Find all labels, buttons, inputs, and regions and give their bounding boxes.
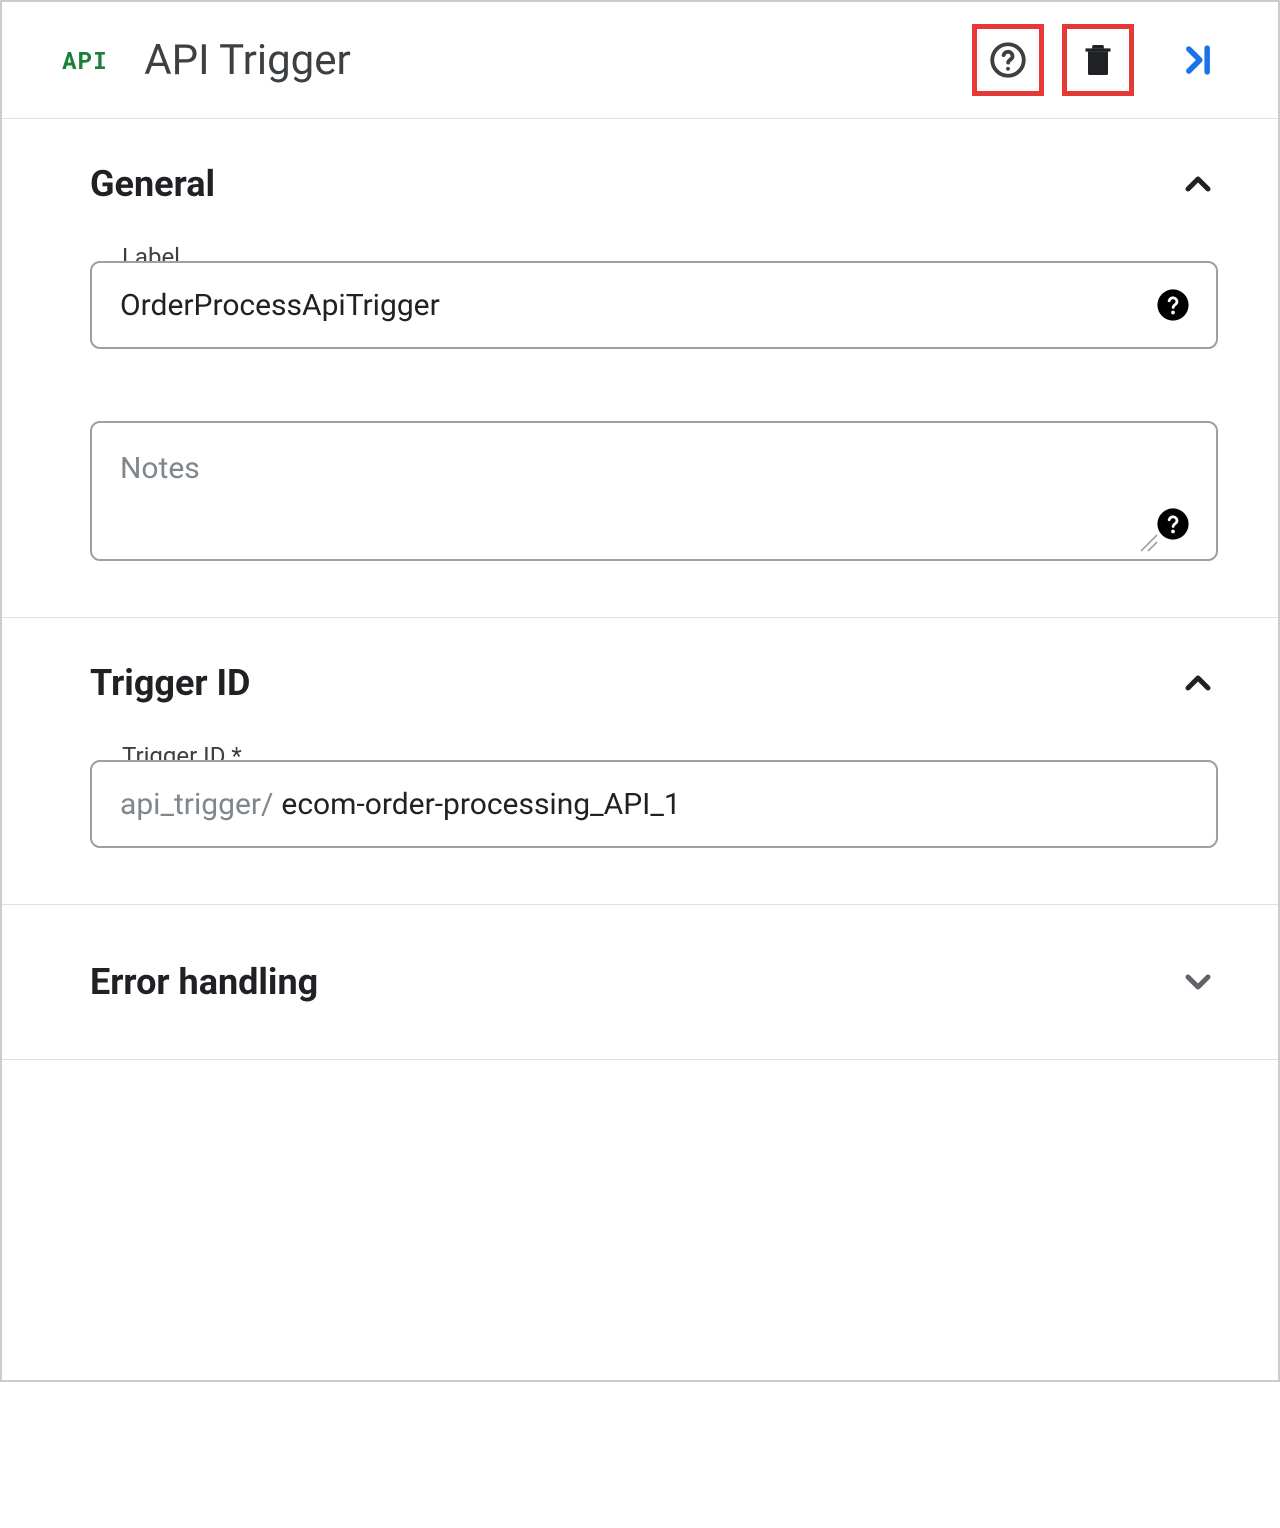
trigger-id-value: ecom-order-processing_API_1 [281, 787, 680, 822]
notes-textarea[interactable] [120, 451, 1136, 521]
section-general-header[interactable]: General [90, 163, 1218, 205]
chevron-up-icon [1178, 663, 1218, 703]
label-field[interactable] [90, 261, 1218, 349]
section-general-title: General [90, 163, 215, 205]
chevron-up-icon [1178, 164, 1218, 204]
chevron-down-icon [1178, 962, 1218, 1002]
trigger-id-field-wrap: Trigger ID * api_trigger/ ecom-order-pro… [90, 760, 1218, 848]
panel-title: API Trigger [144, 36, 954, 85]
label-field-wrap: Label [90, 261, 1218, 349]
help-circle-icon [987, 39, 1029, 81]
section-trigger-id-header[interactable]: Trigger ID [90, 662, 1218, 704]
delete-button[interactable] [1062, 24, 1134, 96]
section-trigger-id: Trigger ID Trigger ID * api_trigger/ eco… [2, 618, 1278, 905]
notes-field-wrap [90, 421, 1218, 561]
trigger-id-field[interactable]: api_trigger/ ecom-order-processing_API_1 [90, 760, 1218, 848]
trash-icon [1078, 40, 1118, 80]
section-error-handling: Error handling [2, 905, 1278, 1060]
panel-empty-space [2, 1060, 1278, 1380]
label-input[interactable] [120, 288, 1136, 323]
section-trigger-id-title: Trigger ID [90, 662, 250, 704]
trigger-id-prefix: api_trigger/ [120, 787, 273, 822]
collapse-right-icon [1176, 38, 1220, 82]
resize-grip-icon [1134, 525, 1158, 549]
api-trigger-panel: API API Trigger [0, 0, 1280, 1382]
help-filled-icon[interactable] [1156, 288, 1190, 322]
section-general: General Label [2, 119, 1278, 618]
notes-field[interactable] [90, 421, 1218, 561]
panel-header: API API Trigger [2, 2, 1278, 119]
help-filled-icon[interactable] [1156, 507, 1190, 541]
section-error-handling-title: Error handling [90, 961, 318, 1003]
api-badge: API [62, 44, 108, 76]
collapse-panel-button[interactable] [1162, 24, 1234, 96]
help-button[interactable] [972, 24, 1044, 96]
section-error-handling-header[interactable]: Error handling [90, 961, 1218, 1003]
